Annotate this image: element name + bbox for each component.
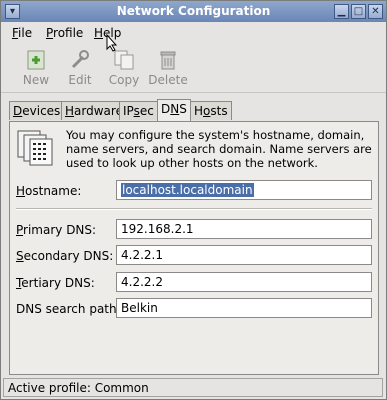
primary-dns-input[interactable]: 192.168.2.1 — [116, 219, 372, 239]
hostname-label: Hostname: — [16, 184, 82, 198]
dns-search-path-label: DNS search path: — [16, 302, 121, 316]
separator — [16, 208, 372, 210]
tab-hosts[interactable]: Hosts — [190, 101, 232, 120]
delete-button[interactable]: Delete — [148, 45, 188, 91]
status-bar: Active profile: Common — [3, 378, 383, 397]
secondary-dns-label: Secondary DNS: — [16, 249, 114, 263]
new-icon — [27, 50, 45, 70]
tab-hardware[interactable]: Hardware — [61, 101, 127, 120]
title-bar[interactable]: ▾ Network Configuration ▁ □ ✕ — [1, 1, 386, 22]
dns-panel: You may configure the system's hostname,… — [9, 121, 379, 375]
dns-search-path-input[interactable]: Belkin — [116, 298, 372, 318]
minimize-button[interactable]: ▁ — [334, 4, 349, 19]
menu-bar: File Profile Help — [1, 22, 386, 42]
new-label: New — [22, 73, 50, 87]
tertiary-dns-label: Tertiary DNS: — [16, 276, 95, 290]
edit-label: Edit — [68, 73, 92, 87]
maximize-button[interactable]: □ — [351, 4, 366, 19]
edit-button[interactable]: Edit — [60, 45, 100, 91]
network-configuration-window: ▾ Network Configuration ▁ □ ✕ File Profi… — [0, 0, 387, 400]
menu-file[interactable]: File — [12, 26, 32, 40]
close-button[interactable]: ✕ — [368, 4, 383, 19]
secondary-dns-input[interactable]: 4.2.2.1 — [116, 245, 372, 265]
window-title: Network Configuration — [116, 4, 271, 18]
copy-label: Copy — [108, 73, 140, 87]
new-button[interactable]: New — [16, 45, 56, 91]
delete-label: Delete — [148, 73, 188, 87]
tertiary-dns-input[interactable]: 4.2.2.2 — [116, 272, 372, 292]
hostname-input[interactable]: localhost.localdomain — [116, 180, 372, 200]
copy-icon — [114, 50, 134, 70]
tab-dns[interactable]: DNS — [157, 99, 191, 121]
wrench-icon — [71, 50, 89, 69]
tab-devices[interactable]: Devices — [9, 101, 65, 120]
toolbar: New Edit Copy Delete — [1, 42, 386, 93]
tab-ipsec[interactable]: IPsec — [119, 101, 158, 120]
primary-dns-label: Primary DNS: — [16, 223, 97, 237]
menu-profile[interactable]: Profile — [46, 26, 83, 40]
trash-icon — [160, 51, 176, 70]
tab-strip: Devices Hardware IPsec DNS Hosts — [9, 99, 379, 121]
mouse-pointer-icon — [106, 34, 118, 52]
dns-info-text: You may configure the system's hostname,… — [66, 128, 372, 170]
dns-servers-icon — [17, 130, 53, 166]
